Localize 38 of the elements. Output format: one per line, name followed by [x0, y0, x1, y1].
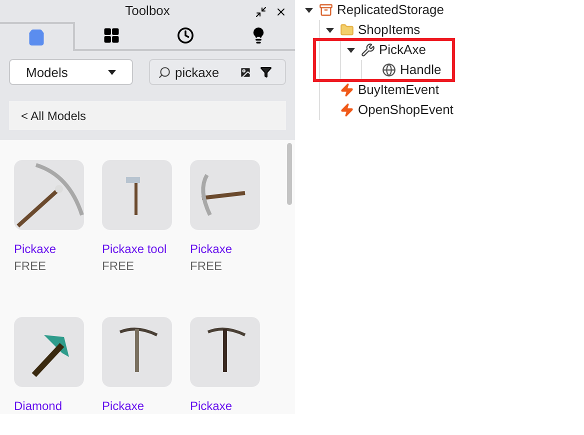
item-name-link[interactable]: Pickaxe	[190, 242, 260, 257]
undock-icon[interactable]	[255, 6, 267, 18]
clock-icon	[176, 27, 194, 44]
all-models-link[interactable]: < All Models	[21, 106, 86, 125]
tree-item-label[interactable]: BuyItemEvent	[358, 80, 439, 100]
item-price: FREE	[14, 259, 48, 274]
category-dropdown[interactable]: Models	[9, 59, 133, 86]
grid-icon	[103, 27, 120, 44]
tree-item-label[interactable]: PickAxe	[379, 40, 426, 60]
item-price: FREE	[102, 259, 136, 274]
scrollbar-thumb[interactable]	[287, 143, 292, 205]
item-name-link[interactable]: Diamond	[14, 399, 84, 414]
item-price: FREE	[190, 259, 224, 274]
item-name-link[interactable]: Pickaxe	[102, 399, 172, 414]
tree-item-label[interactable]: OpenShopEvent	[358, 100, 454, 120]
item-name-link[interactable]: Pickaxe tool	[102, 242, 172, 257]
search-field[interactable]: pickaxe	[149, 59, 286, 86]
expand-arrow-icon[interactable]	[305, 8, 313, 12]
folder-icon	[340, 23, 354, 37]
wrench-icon	[361, 43, 375, 57]
expand-arrow-icon[interactable]	[326, 28, 334, 32]
tree-item-label[interactable]: Handle	[400, 60, 442, 80]
tree-item-label[interactable]: ShopItems	[358, 20, 420, 40]
item-name-link[interactable]: Pickaxe	[14, 242, 84, 257]
image-icon[interactable]	[239, 66, 252, 79]
tree-item-label[interactable]: ReplicatedStorage	[337, 0, 444, 20]
caret-icon	[108, 70, 116, 75]
panel-title: Toolbox	[125, 2, 170, 20]
storage-icon	[319, 3, 333, 17]
item-name-link[interactable]: Pickaxe	[190, 399, 260, 414]
lightning-icon	[340, 103, 354, 117]
close-icon[interactable]	[275, 6, 287, 18]
expand-arrow-icon[interactable]	[347, 48, 355, 52]
search-icon	[158, 66, 171, 79]
lightning-icon	[340, 83, 354, 97]
filter-icon[interactable]	[260, 66, 272, 78]
globe-icon	[382, 63, 396, 77]
search-input[interactable]: pickaxe	[175, 62, 235, 82]
